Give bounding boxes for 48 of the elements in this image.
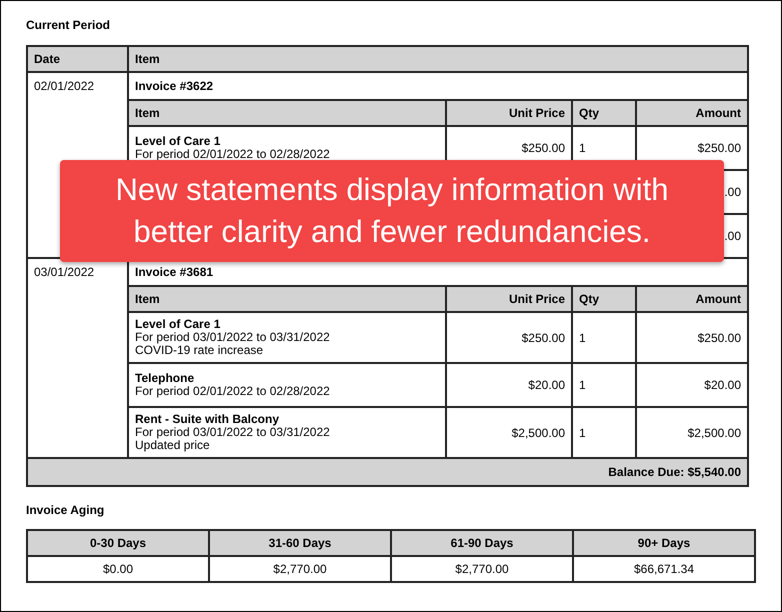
- table-cell: $0.00: [27, 556, 209, 582]
- column-header: Item: [128, 46, 748, 72]
- item-name: Telephone: [135, 372, 196, 385]
- date-text: 03/01/2022: [34, 265, 94, 279]
- column-header: Unit Price: [446, 287, 572, 312]
- item-detail: Updated price: [135, 439, 211, 452]
- column-header: 90+ Days: [573, 530, 755, 556]
- table-cell: $66,671.34: [573, 556, 755, 582]
- balance-due: Balance Due: $5,540.00: [27, 458, 748, 486]
- column-header: Qty: [572, 101, 636, 126]
- column-header: Date: [27, 46, 128, 72]
- amount: .00: [724, 185, 741, 199]
- quantity: 1: [579, 378, 586, 392]
- unit-price: $250.00: [522, 330, 565, 344]
- column-header: 0-30 Days: [27, 530, 209, 556]
- table-cell: $2,770.00: [209, 556, 391, 582]
- column-header: Item: [129, 287, 446, 312]
- amount: .00: [724, 229, 741, 243]
- table-cell: $2,770.00: [391, 556, 573, 582]
- column-header: Qty: [572, 287, 636, 312]
- item-detail: For period 03/01/2022 to 03/31/2022: [135, 426, 331, 439]
- column-header: Unit Price: [446, 101, 572, 126]
- unit-price: $2,500.00: [512, 426, 565, 440]
- column-header: Amount: [636, 101, 747, 126]
- item-name: Rent - Suite with Balcony: [135, 413, 280, 426]
- item-name: Level of Care 1: [135, 318, 222, 331]
- amount: $250.00: [698, 330, 741, 344]
- callout-banner: New statements display information with better clarity and fewer redundancies.: [60, 160, 724, 262]
- column-header: Item: [129, 101, 446, 126]
- quantity: 1: [579, 330, 586, 344]
- quantity: 1: [579, 141, 586, 155]
- column-header: Amount: [636, 287, 747, 312]
- column-header: 61-90 Days: [391, 530, 573, 556]
- section-title: Current Period: [26, 18, 110, 32]
- item-detail: For period 03/01/2022 to 03/31/2022: [135, 331, 331, 344]
- amount: $2,500.00: [688, 426, 741, 440]
- column-header: 31-60 Days: [209, 530, 391, 556]
- item-name: Level of Care 1: [135, 135, 222, 148]
- date-text: 02/01/2022: [34, 79, 94, 93]
- item-detail: COVID-19 rate increase: [135, 344, 264, 357]
- amount: $20.00: [704, 378, 741, 392]
- unit-price: $20.00: [528, 378, 565, 392]
- quantity: 1: [579, 426, 586, 440]
- item-detail: For period 02/01/2022 to 02/28/2022: [135, 148, 331, 161]
- unit-price: $250.00: [522, 141, 565, 155]
- amount: $250.00: [698, 141, 741, 155]
- section-title: Invoice Aging: [26, 503, 104, 517]
- item-detail: For period 02/01/2022 to 02/28/2022: [135, 385, 331, 398]
